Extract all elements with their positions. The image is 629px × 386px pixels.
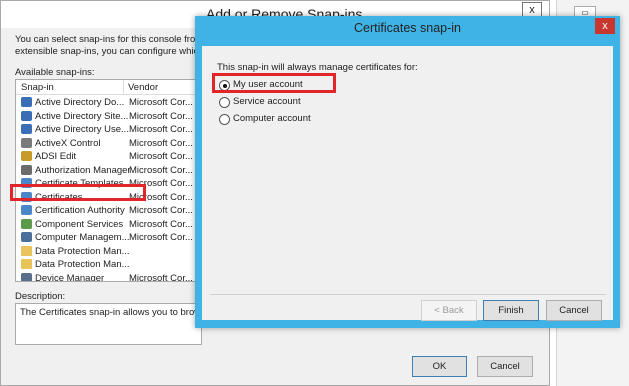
available-snapins-label: Available snap-ins: — [15, 67, 95, 78]
available-snapins-list[interactable]: Snap-in Vendor Active Directory Do... Mic… — [15, 79, 202, 282]
snapin-name: ActiveX Control — [35, 137, 101, 149]
manage-for-prompt: This snap-in will always manage certific… — [217, 62, 418, 73]
snapin-vendor: Microsoft Cor... — [129, 137, 193, 149]
modal-title: Certificates snap-in — [354, 21, 461, 35]
certificates-row-highlight — [10, 184, 146, 201]
snapin-name: Authorization Manager — [35, 164, 131, 176]
snapin-name: Data Protection Man... — [35, 245, 130, 257]
modal-cancel-button[interactable]: Cancel — [546, 300, 602, 321]
snapin-name: Certification Authority — [35, 205, 125, 216]
authorization-icon — [21, 164, 32, 175]
button-divider — [210, 294, 606, 295]
ad-users-icon — [21, 124, 32, 134]
column-separator[interactable] — [123, 80, 124, 94]
snapin-name: Component Services — [35, 218, 124, 230]
snapin-vendor: Microsoft Cor... — [129, 164, 193, 176]
snapin-vendor: Microsoft Cor... — [129, 110, 193, 122]
snapin-row[interactable]: ActiveX Control Microsoft Cor... — [16, 137, 201, 151]
certificates-snapin-dialog: Certificates snap-in x This snap-in will… — [195, 16, 620, 328]
intro-text-line-1: You can select snap-ins for this console… — [15, 34, 214, 45]
list-header: Snap-in Vendor — [16, 80, 201, 95]
cancel-button[interactable]: Cancel — [477, 356, 533, 377]
snapin-vendor: Microsoft Cor... — [129, 272, 193, 282]
ad-sites-icon — [21, 110, 32, 121]
column-header-snapin[interactable]: Snap-in — [21, 82, 54, 93]
snapin-row[interactable]: Data Protection Man... — [16, 258, 201, 272]
snapin-name: Active Directory Do... — [35, 97, 125, 108]
snapin-row[interactable]: Active Directory Use... Microsoft Cor... — [16, 123, 201, 137]
snapin-name: Computer Managem... — [35, 232, 130, 243]
computer-account-label[interactable]: Computer account — [233, 113, 311, 124]
activex-icon — [21, 137, 32, 148]
snapin-vendor: Microsoft Cor... — [129, 232, 193, 243]
service-account-label[interactable]: Service account — [233, 96, 301, 107]
snapin-vendor: Microsoft Cor... — [129, 218, 193, 230]
modal-body: This snap-in will always manage certific… — [202, 46, 613, 321]
service-account-radio[interactable] — [219, 97, 230, 108]
snapin-vendor: Microsoft Cor... — [129, 97, 193, 108]
snapin-row[interactable]: Data Protection Man... — [16, 245, 201, 259]
intro-text-line-2: extensible snap-ins, you can configure w… — [15, 46, 212, 57]
snapin-vendor: Microsoft Cor... — [129, 124, 193, 135]
snapin-vendor: Microsoft Cor... — [129, 151, 193, 162]
ok-button[interactable]: OK — [412, 356, 467, 377]
certification-authority-icon — [21, 205, 32, 215]
snapin-row[interactable]: ADSI Edit Microsoft Cor... — [16, 150, 201, 164]
snapin-row[interactable]: Component Services Microsoft Cor... — [16, 218, 201, 232]
device-manager-icon — [21, 272, 32, 281]
description-label: Description: — [15, 291, 66, 302]
folder-icon — [21, 259, 32, 269]
ad-domains-icon — [21, 97, 32, 107]
snapin-name: Data Protection Man... — [35, 259, 130, 270]
back-button[interactable]: < Back — [421, 300, 477, 321]
snapin-row[interactable]: Device Manager Microsoft Cor... — [16, 272, 201, 282]
finish-button[interactable]: Finish — [483, 300, 539, 321]
snapin-row[interactable]: Computer Managem... Microsoft Cor... — [16, 231, 201, 245]
computer-management-icon — [21, 232, 32, 242]
component-services-icon — [21, 218, 32, 229]
adsi-edit-icon — [21, 151, 32, 161]
snapin-vendor: Microsoft Cor... — [129, 205, 193, 216]
folder-icon — [21, 245, 32, 256]
snapin-row[interactable]: Active Directory Do... Microsoft Cor... — [16, 96, 201, 110]
snapin-row[interactable]: Certification Authority Microsoft Cor... — [16, 204, 201, 218]
snapin-row[interactable]: Active Directory Site... Microsoft Cor... — [16, 110, 201, 124]
computer-account-radio[interactable] — [219, 114, 230, 125]
column-header-vendor[interactable]: Vendor — [128, 82, 158, 93]
modal-close-button[interactable]: x — [595, 18, 615, 34]
description-box: The Certificates snap-in allows you to b… — [15, 303, 211, 345]
snapin-name: Device Manager — [35, 272, 105, 282]
description-text: The Certificates snap-in allows you to b… — [20, 307, 212, 318]
snapin-row[interactable]: Authorization Manager Microsoft Cor... — [16, 164, 201, 178]
snapin-name: Active Directory Site... — [35, 110, 129, 122]
snapin-name: Active Directory Use... — [35, 124, 129, 135]
my-user-account-highlight — [212, 73, 336, 93]
snapin-name: ADSI Edit — [35, 151, 77, 162]
